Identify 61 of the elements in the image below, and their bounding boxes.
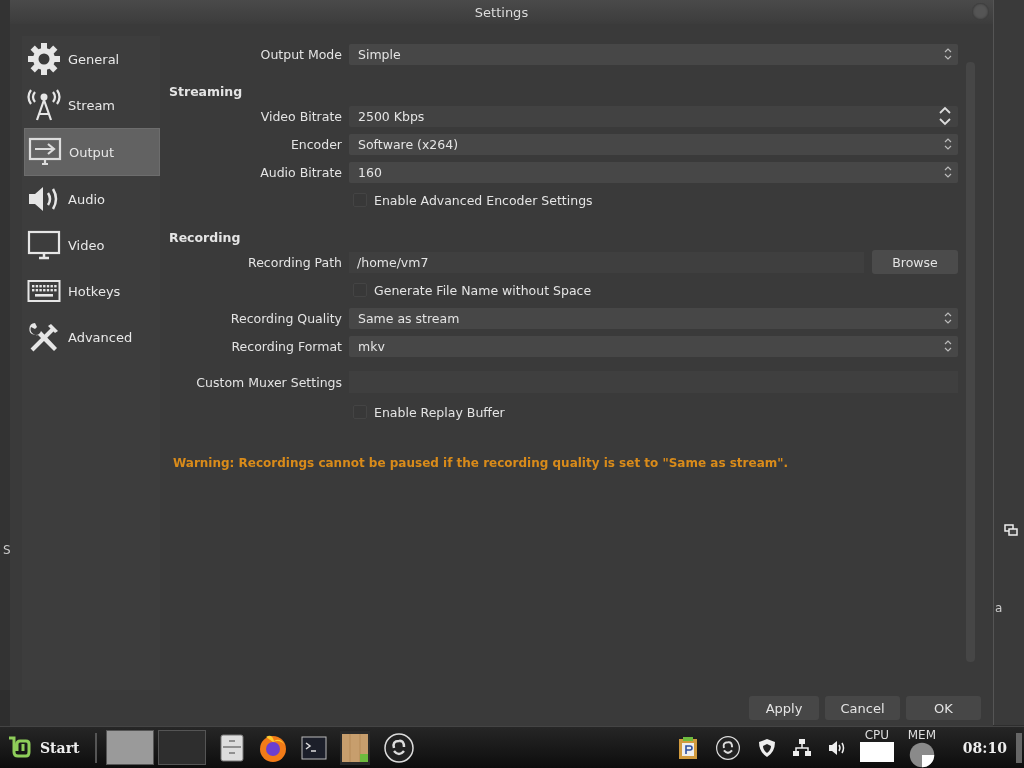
antenna-icon bbox=[27, 88, 61, 122]
field-label: Audio Bitrate bbox=[259, 164, 342, 180]
field-label: Output Mode bbox=[259, 46, 342, 62]
dialog-button[interactable]: Cancel bbox=[825, 696, 900, 720]
updown-icon bbox=[944, 48, 952, 60]
file-cabinet-icon[interactable] bbox=[218, 733, 245, 762]
sidebar-item[interactable]: Audio bbox=[24, 176, 160, 222]
sidebar-item[interactable]: Video bbox=[24, 222, 160, 268]
taskbar-handle[interactable] bbox=[1016, 732, 1022, 763]
field-label: Recording Format bbox=[230, 338, 342, 354]
window-text: S bbox=[3, 543, 11, 557]
field-label: Encoder bbox=[289, 136, 342, 152]
section-heading: Streaming bbox=[168, 82, 244, 101]
dropdown[interactable]: Same as stream bbox=[349, 307, 958, 329]
dropdown[interactable]: 160 bbox=[349, 161, 958, 183]
sidebar-item[interactable]: Output bbox=[24, 128, 160, 176]
dialog-button[interactable]: OK bbox=[906, 696, 981, 720]
field-label: Video Bitrate bbox=[259, 108, 342, 124]
sidebar-item[interactable]: Stream bbox=[24, 82, 160, 128]
package-icon[interactable] bbox=[339, 730, 370, 765]
updown-icon bbox=[944, 340, 952, 352]
tools-icon bbox=[27, 320, 61, 354]
monitor-label: CPU bbox=[864, 727, 890, 742]
spin-arrows-icon[interactable] bbox=[938, 106, 952, 126]
window-title: Settings bbox=[474, 4, 529, 20]
start-button[interactable]: Start bbox=[0, 735, 80, 760]
dialog-button[interactable]: Apply bbox=[749, 696, 819, 720]
workspace-button[interactable] bbox=[105, 730, 154, 765]
mint-logo-icon bbox=[8, 735, 34, 760]
path-field[interactable]: /home/vm7 bbox=[349, 251, 864, 273]
monitor-icon bbox=[27, 228, 61, 262]
field-label: Recording Quality bbox=[229, 310, 342, 326]
spin-box[interactable]: 2500 Kbps bbox=[349, 105, 958, 127]
clock: 08:10 bbox=[962, 739, 1007, 756]
updown-icon bbox=[944, 138, 952, 150]
checkbox-label: Enable Advanced Encoder Settings bbox=[374, 192, 593, 208]
checkbox-label: Generate File Name without Space bbox=[374, 282, 592, 298]
monitor-label: MEM bbox=[907, 727, 936, 742]
updown-icon bbox=[944, 312, 952, 324]
warning-text: Warning: Recordings cannot be paused if the recording quality is set to "Same as stream". bbox=[172, 456, 790, 470]
browse-button[interactable]: Browse bbox=[872, 250, 958, 274]
output-mode-dropdown[interactable]: Simple bbox=[349, 43, 958, 65]
sidebar-item[interactable]: General bbox=[24, 36, 160, 82]
shield-icon[interactable] bbox=[757, 737, 776, 758]
restore-icon[interactable] bbox=[1004, 524, 1018, 536]
dropdown[interactable]: mkv bbox=[349, 335, 958, 357]
field-label: Recording Path bbox=[247, 254, 342, 270]
checkbox-label: Enable Replay Buffer bbox=[374, 404, 505, 420]
field-label: Custom Muxer Settings bbox=[195, 374, 342, 390]
updown-icon bbox=[944, 166, 952, 178]
gear-icon bbox=[27, 42, 61, 76]
sidebar-item[interactable]: Hotkeys bbox=[24, 268, 160, 314]
window-text: a bbox=[995, 601, 1003, 615]
clipboard-icon[interactable] bbox=[677, 735, 698, 760]
terminal-icon[interactable] bbox=[300, 735, 327, 760]
volume-icon[interactable] bbox=[827, 739, 846, 756]
section-heading: Recording bbox=[168, 228, 242, 247]
cpu-graph bbox=[859, 741, 894, 762]
network-icon[interactable] bbox=[792, 738, 811, 757]
sidebar-item[interactable]: Advanced bbox=[24, 314, 160, 360]
dropdown[interactable]: Software (x264) bbox=[349, 133, 958, 155]
